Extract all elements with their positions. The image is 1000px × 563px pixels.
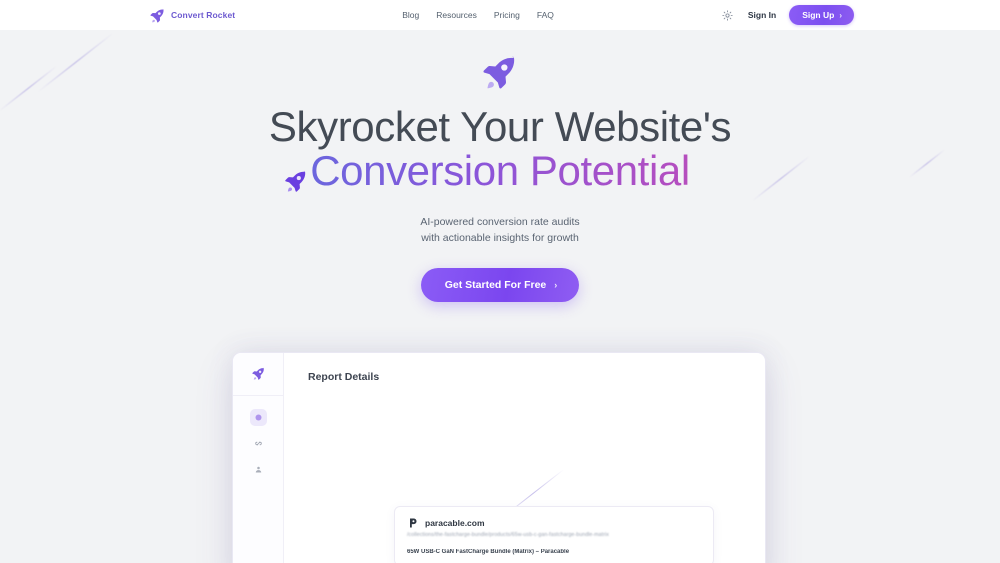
user-icon [255,466,261,473]
hero-title-line1: Skyrocket Your Website's [268,103,732,150]
report-product-title: 65W USB-C GaN FastCharge Bundle (Matrix)… [407,549,570,555]
cta-container: Get Started For Free › [0,268,1000,302]
rocket-icon [483,56,515,89]
theme-toggle-button[interactable] [721,8,735,22]
mockup-sidebar [233,353,284,563]
report-card[interactable]: paracable.com /collections/the-fastcharg… [394,506,714,563]
dashboard-icon [255,414,261,421]
link-icon [254,441,262,446]
site-header: Convert Rocket Blog Resources Pricing FA… [0,0,1000,30]
report-url-path: /collections/the-fastcharge-bundle/produ… [407,532,609,538]
mockup-page-title: Report Details [308,371,380,383]
paracable-p-icon [410,518,417,528]
brand-name: Convert Rocket [171,10,236,20]
sidebar-item-account[interactable] [250,461,267,478]
hero-title-line2: Conversion Potential [0,150,1000,192]
nav-item-blog[interactable]: Blog [402,10,419,20]
chevron-right-icon: › [839,10,842,20]
get-started-button[interactable]: Get Started For Free › [420,268,580,302]
rocket-icon [285,170,306,192]
nav-item-pricing[interactable]: Pricing [494,10,520,20]
report-domain: paracable.com [425,518,485,528]
sidebar-item-dashboard[interactable] [249,409,267,426]
landing-page: Convert Rocket Blog Resources Pricing FA… [0,0,1000,563]
rocket-icon [251,367,264,380]
signup-button[interactable]: Sign Up › [789,5,854,25]
brand-logo[interactable]: Convert Rocket [149,7,235,24]
header-actions: Sign In Sign Up › [721,5,854,25]
rocket-icon [150,8,164,23]
sidebar-item-links[interactable] [250,435,267,452]
main-nav: Blog Resources Pricing FAQ [402,10,554,20]
hero-subtitle-line2: with actionable insights for growth [421,232,579,244]
report-card-header: paracable.com [407,517,701,529]
dashboard-preview: Report Details paracable.com /collection… [232,352,766,563]
mockup-main: Report Details paracable.com /collection… [284,353,765,563]
page-title: Skyrocket Your Website's Conversion Pote… [0,106,1000,192]
chevron-right-icon: › [554,280,558,290]
hero-section: Skyrocket Your Website's Conversion Pote… [0,30,1000,302]
divider [233,395,283,396]
sun-icon [722,9,734,21]
nav-item-resources[interactable]: Resources [436,10,477,20]
nav-item-faq[interactable]: FAQ [537,10,554,20]
hero-subtitle: AI-powered conversion rate audits with a… [0,214,1000,246]
signup-label: Sign Up [802,10,835,20]
hero-subtitle-line1: AI-powered conversion rate audits [420,216,580,228]
signin-link[interactable]: Sign In [748,10,776,20]
mockup-sidebar-nav [249,409,267,478]
cta-label: Get Started For Free [444,279,547,291]
